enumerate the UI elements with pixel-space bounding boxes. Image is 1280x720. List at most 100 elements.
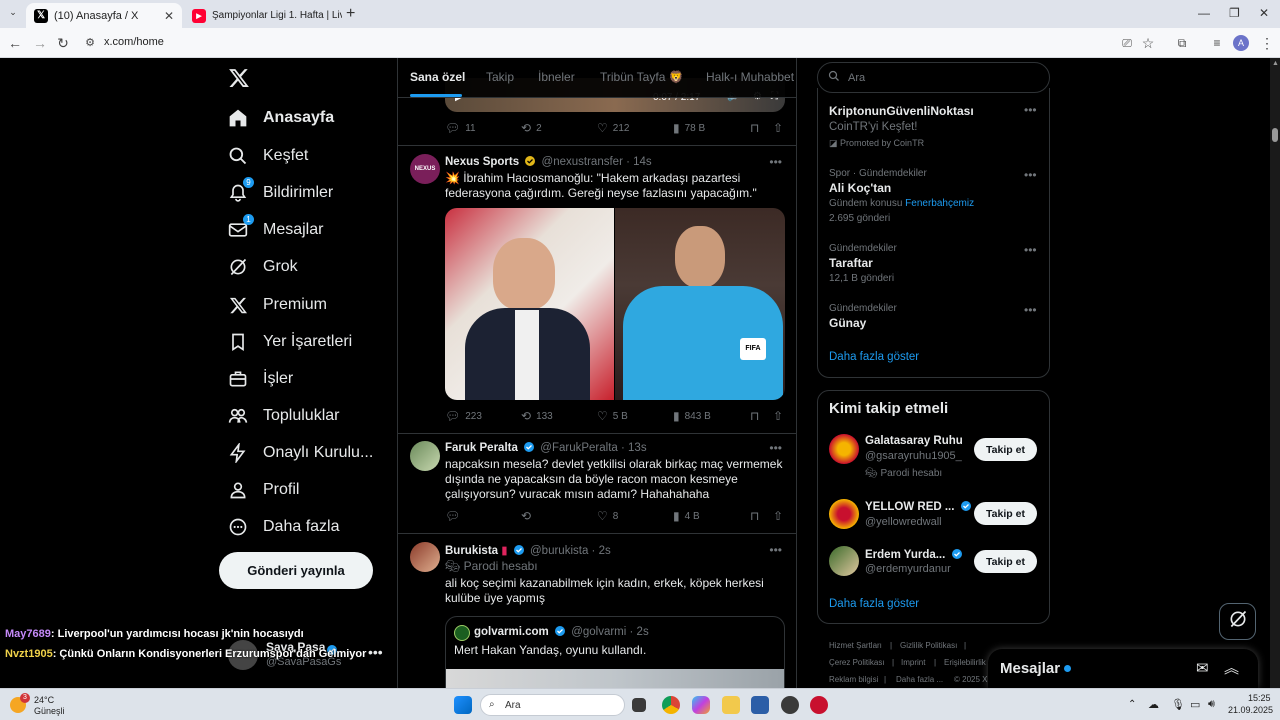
footer-privacy[interactable]: Gizlilik Politikası	[900, 641, 957, 650]
nav-premium[interactable]: Premium	[228, 291, 327, 319]
nav-messages[interactable]: 1 Mesajlar	[228, 214, 323, 244]
new-tab-button[interactable]: +	[346, 5, 355, 23]
clock-date[interactable]: 21.09.2025	[1228, 705, 1273, 715]
trend-title[interactable]: Ali Koç'tan	[829, 181, 891, 195]
more-dots-icon[interactable]: •••	[1024, 168, 1037, 182]
author-name[interactable]: Nexus Sports	[445, 156, 519, 168]
tab-list-dropdown[interactable]: ⌄	[6, 7, 20, 21]
forward-button[interactable]: →	[31, 34, 49, 52]
show-more-follow-link[interactable]: Daha fazla göster	[829, 598, 919, 610]
tweet-time[interactable]: · 2s	[592, 545, 611, 557]
nav-jobs[interactable]: İşler	[228, 365, 293, 393]
footer-cookies[interactable]: Çerez Politikası	[829, 658, 885, 667]
follow-suggestion-name[interactable]: Erdem Yurda...	[865, 548, 965, 561]
share-button[interactable]: ⇧	[773, 121, 788, 135]
messages-drawer[interactable]: Mesajlar ✉ ︽	[988, 649, 1258, 688]
chevron-up-icon[interactable]: ︽	[1224, 657, 1239, 678]
more-dots-icon[interactable]: •••	[769, 543, 782, 557]
retweet-button[interactable]: ⟲ 133	[521, 409, 553, 423]
more-dots-icon[interactable]: •••	[1024, 243, 1037, 257]
like-button[interactable]: ♡ 5 B	[597, 409, 628, 423]
nav-bookmarks[interactable]: Yer İşaretleri	[228, 328, 352, 356]
onedrive-icon[interactable]: ☁	[1148, 698, 1159, 711]
chevron-up-icon[interactable]: ⌃	[1128, 699, 1136, 710]
avatar[interactable]	[829, 434, 859, 464]
tweet-image[interactable]: FIFA	[445, 208, 785, 400]
reload-button[interactable]: ↻	[54, 34, 72, 52]
browser-tab-youtube[interactable]: ▶ Şampiyonlar Ligi 1. Hafta | Liver ✕	[184, 3, 342, 28]
tweet-time[interactable]: · 13s	[621, 442, 647, 454]
trend-title[interactable]: Taraftar	[829, 256, 873, 270]
task-view-icon[interactable]	[632, 698, 646, 712]
footer-ads-info[interactable]: Reklam bilgisi	[829, 675, 878, 684]
more-dots-icon[interactable]: •••	[769, 155, 782, 169]
scrollbar-thumb[interactable]	[1272, 128, 1278, 142]
author-name[interactable]: Faruk Peralta	[445, 442, 518, 454]
show-more-trends-link[interactable]: Daha fazla göster	[829, 351, 919, 363]
media-control-icon[interactable]: ≡	[1208, 34, 1226, 52]
retweet-button[interactable]: ⟲	[521, 509, 536, 523]
browser-tab-x-home[interactable]: 𝕏 (10) Anasayfa / X ✕	[26, 3, 182, 28]
nav-verified-orgs[interactable]: Onaylı Kurulu...	[228, 439, 373, 467]
more-dots-icon[interactable]: •••	[368, 644, 383, 660]
avatar[interactable]	[410, 542, 440, 572]
opera-icon[interactable]	[810, 696, 828, 714]
close-tab-icon[interactable]: ✕	[158, 9, 174, 23]
trend-title[interactable]: KriptonunGüvenliNoktası	[829, 104, 974, 118]
profile-avatar[interactable]: A	[1233, 35, 1249, 51]
app-icon[interactable]	[781, 696, 799, 714]
quoted-tweet[interactable]: golvarmi.com @golvarmi · 2s Mert Hakan Y…	[445, 616, 785, 688]
tweet-time[interactable]: · 14s	[626, 156, 652, 168]
post-button[interactable]: Gönderi yayınla	[219, 552, 373, 589]
avatar[interactable]: NEXUS	[410, 154, 440, 184]
install-app-icon[interactable]: ⎚	[1118, 34, 1136, 52]
nav-grok[interactable]: Grok	[228, 253, 298, 281]
nav-communities[interactable]: Topluluklar	[228, 402, 339, 430]
follow-button[interactable]: Takip et	[974, 438, 1037, 461]
browser-menu-icon[interactable]: ⋮	[1258, 34, 1276, 52]
nav-profile[interactable]: Profil	[228, 476, 299, 504]
bookmark-star-icon[interactable]: ☆	[1139, 34, 1157, 52]
author-handle[interactable]: @burukista	[530, 545, 588, 557]
author-handle[interactable]: @nexustransfer	[542, 156, 623, 168]
mic-icon[interactable]: 🎙︎	[1171, 698, 1185, 711]
page-scrollbar[interactable]: ▲	[1270, 58, 1280, 688]
taskbar-search[interactable]: ⌕ Ara	[480, 694, 625, 716]
store-icon[interactable]	[751, 696, 769, 714]
back-button[interactable]: ←	[6, 34, 24, 52]
views-button[interactable]: ▮ 4 B	[673, 509, 700, 523]
tab-for-you[interactable]: Sana özel	[410, 70, 465, 84]
copilot-icon[interactable]	[692, 696, 710, 714]
windows-start-icon[interactable]	[454, 696, 472, 714]
bookmark-button[interactable]: ⊓	[750, 121, 764, 135]
nav-home[interactable]: Anasayfa	[228, 104, 334, 132]
tab-following[interactable]: Takip	[486, 70, 514, 84]
author-handle[interactable]: @FarukPeralta	[540, 442, 618, 454]
more-dots-icon[interactable]: •••	[769, 441, 782, 455]
file-explorer-icon[interactable]	[722, 696, 740, 714]
bookmark-button[interactable]: ⊓	[750, 409, 764, 423]
reply-button[interactable]: 💬︎ 11	[445, 121, 476, 135]
more-dots-icon[interactable]: •••	[1024, 103, 1037, 117]
like-button[interactable]: ♡ 212	[597, 121, 629, 135]
weather-widget[interactable]: 3 24°C Güneşli	[6, 692, 76, 718]
reply-button[interactable]: 💬︎ 223	[445, 409, 482, 423]
avatar[interactable]	[410, 441, 440, 471]
nav-explore[interactable]: Keşfet	[228, 142, 308, 170]
scroll-up-arrow[interactable]: ▲	[1272, 60, 1279, 67]
tab-list-2[interactable]: Tribün Tayfa 🦁	[600, 70, 684, 84]
nav-more[interactable]: Daha fazla	[228, 513, 340, 541]
trend-meta-link[interactable]: Fenerbahçemiz	[905, 198, 974, 209]
maximize-button[interactable]: ❐	[1229, 6, 1240, 20]
tab-list-3[interactable]: Halk-ı Muhabbet	[706, 70, 794, 84]
volume-icon[interactable]: 🔊︎	[1208, 698, 1215, 711]
new-message-icon[interactable]: ✉	[1196, 659, 1209, 677]
retweet-button[interactable]: ⟲ 2	[521, 121, 542, 135]
footer-accessibility[interactable]: Erişilebilirlik	[944, 658, 986, 667]
share-button[interactable]: ⇧	[773, 409, 788, 423]
x-logo-icon[interactable]	[228, 67, 250, 89]
close-window-button[interactable]: ✕	[1259, 6, 1269, 20]
tab-list-1[interactable]: İbneler	[538, 70, 575, 84]
share-button[interactable]: ⇧	[773, 509, 788, 523]
clock-time[interactable]: 15:25	[1248, 693, 1271, 703]
